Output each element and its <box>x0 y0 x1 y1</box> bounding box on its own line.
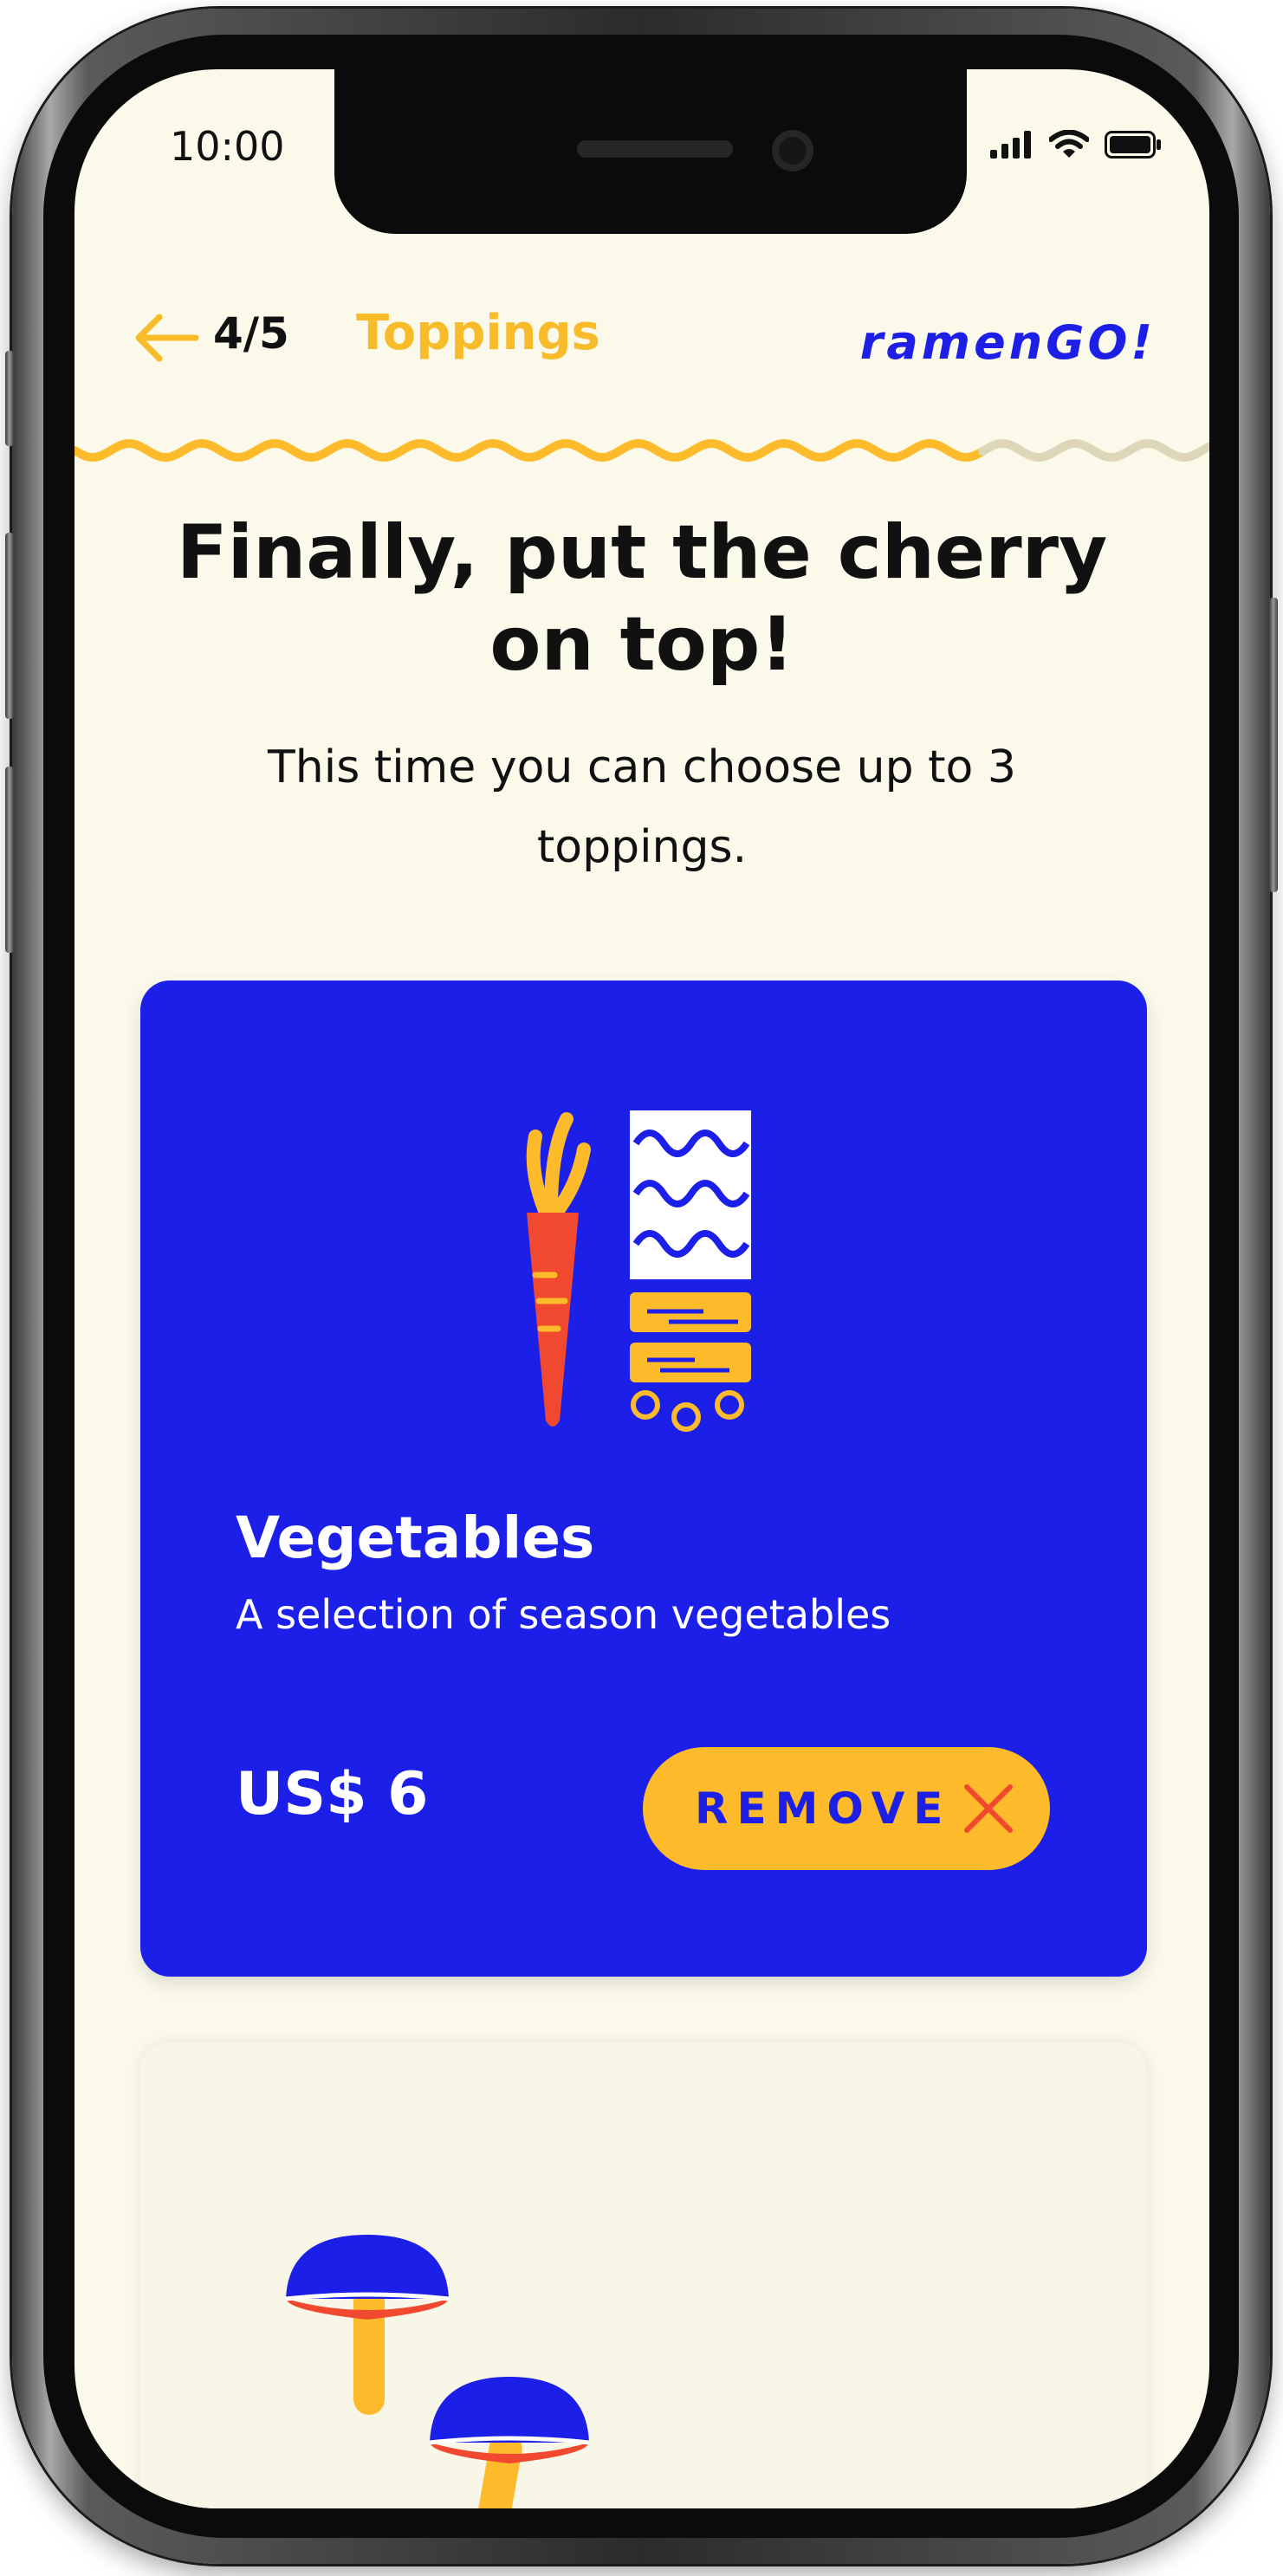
arrow-left-icon <box>135 314 199 362</box>
brand-logo: ramenGO! <box>859 315 1156 370</box>
remove-button-label: REMOVE <box>695 1783 952 1834</box>
back-button[interactable] <box>132 307 201 368</box>
topping-name: Vegetables <box>236 1505 595 1571</box>
volume-up-button <box>5 533 14 719</box>
power-button <box>1269 598 1278 892</box>
topping-price: US$ 6 <box>236 1760 429 1828</box>
progress-indicator <box>75 439 1209 462</box>
progress-wave-complete <box>75 439 987 462</box>
speaker-grille <box>577 140 733 158</box>
topping-card-mushrooms[interactable] <box>140 2042 1147 2508</box>
wifi-icon <box>1048 129 1090 163</box>
silent-switch <box>5 351 14 446</box>
topping-description: A selection of season vegetables <box>236 1591 891 1638</box>
mushrooms-illustration <box>285 2235 590 2508</box>
page-subtitle: This time you can choose up to 3 topping… <box>268 741 1016 873</box>
notch <box>334 69 967 234</box>
cellular-signal-icon <box>990 131 1034 162</box>
close-icon <box>964 1784 1013 1833</box>
status-icons <box>990 129 1162 163</box>
front-camera <box>772 130 813 172</box>
progress-wave-remaining <box>978 439 1209 462</box>
remove-button[interactable]: REMOVE <box>643 1747 1050 1870</box>
status-time: 10:00 <box>170 123 285 170</box>
app-screen: 10:00 4/5 Toppings ramenGO! Finally, put… <box>75 69 1209 2508</box>
volume-down-button <box>5 767 14 953</box>
topping-card-vegetables[interactable]: Vegetables A selection of season vegetab… <box>140 981 1147 1977</box>
page-title: Finally, put the cherry on top! <box>176 509 1108 688</box>
step-title: Toppings <box>356 305 600 361</box>
vegetables-illustration <box>526 1110 751 1432</box>
battery-icon <box>1105 131 1162 162</box>
step-count: 4/5 <box>213 308 289 359</box>
header: 4/5 Toppings ramenGO! <box>75 225 1209 370</box>
